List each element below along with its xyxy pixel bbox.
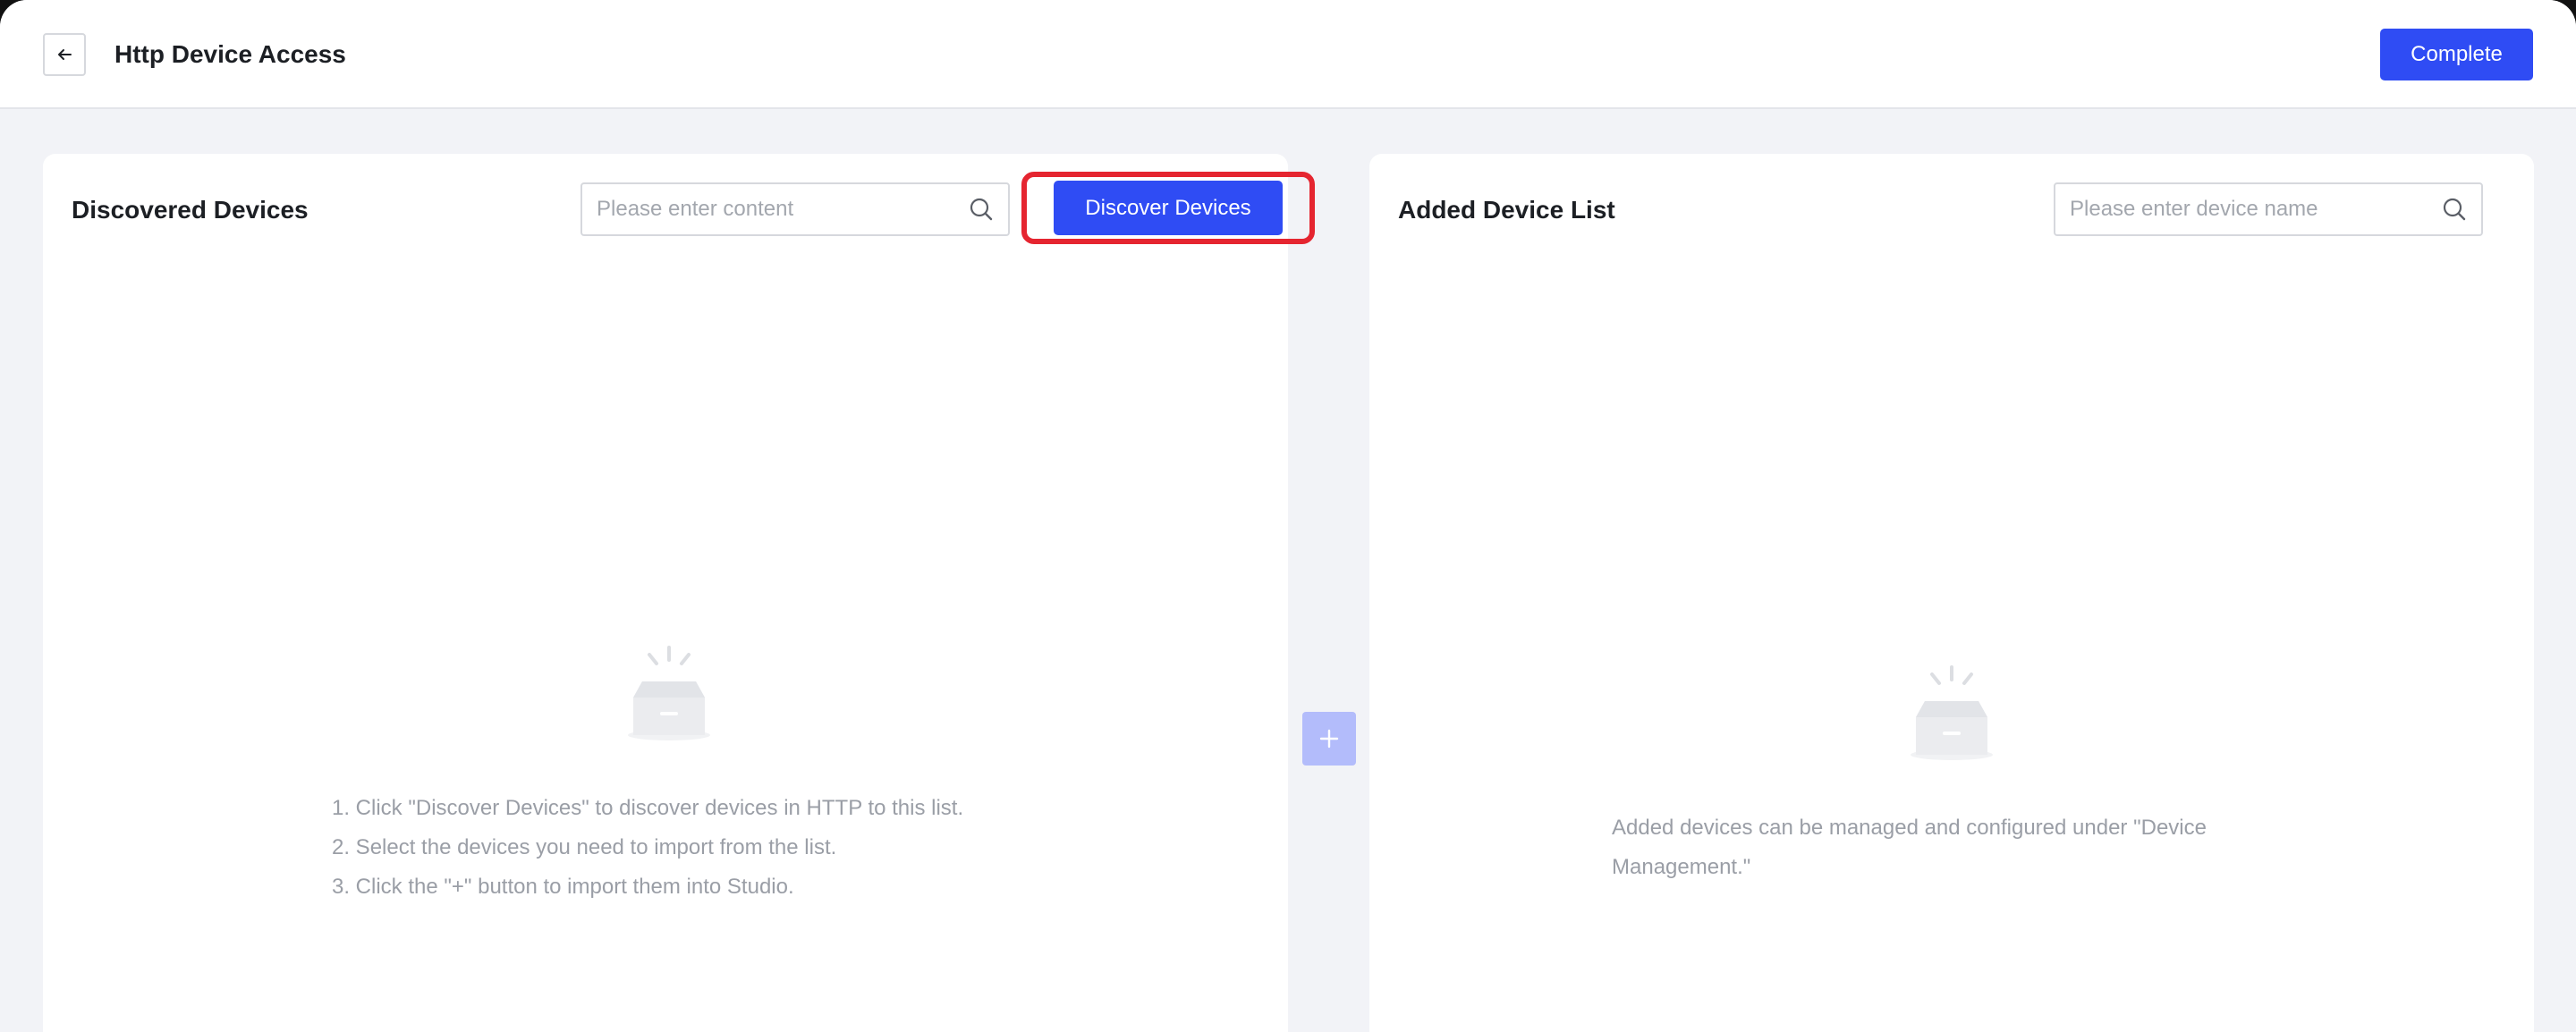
discovered-search-box [580,182,1010,236]
import-add-button[interactable] [1302,712,1356,766]
discovered-search-input[interactable] [582,184,954,234]
added-devices-note: Added devices can be managed and configu… [1612,816,2207,879]
discover-devices-button[interactable]: Discover Devices [1054,181,1283,235]
complete-button[interactable]: Complete [2380,29,2533,80]
arrow-left-icon [58,49,72,60]
page-title: Http Device Access [114,40,346,68]
added-search-input[interactable] [2055,184,2428,234]
discovered-devices-panel: Discovered Devices Discover Devices 1. [43,154,1315,1032]
instruction-line: 1. Click "Discover Devices" to discover … [332,796,964,820]
search-icon[interactable] [2428,184,2481,234]
added-devices-panel: Added Device List Added devices can be m… [1369,154,2534,1032]
empty-box-icon [1911,665,1993,760]
back-button[interactable] [43,33,86,76]
empty-box-icon [628,646,710,740]
instruction-line: 2. Select the devices you need to import… [332,835,837,859]
added-search-box [2054,182,2483,236]
app-window: Http Device Access Complete Discovered D… [0,0,2576,1032]
search-icon[interactable] [954,184,1008,234]
instruction-line: 3. Click the "+" button to import them i… [332,875,794,899]
added-devices-title: Added Device List [1398,196,1615,224]
plus-icon [1319,729,1339,749]
top-bar: Http Device Access Complete [0,0,2576,109]
discovered-devices-title: Discovered Devices [72,196,309,224]
discovered-instructions: 1. Click "Discover Devices" to discover … [332,789,1137,907]
discover-button-highlight: Discover Devices [1021,172,1315,244]
